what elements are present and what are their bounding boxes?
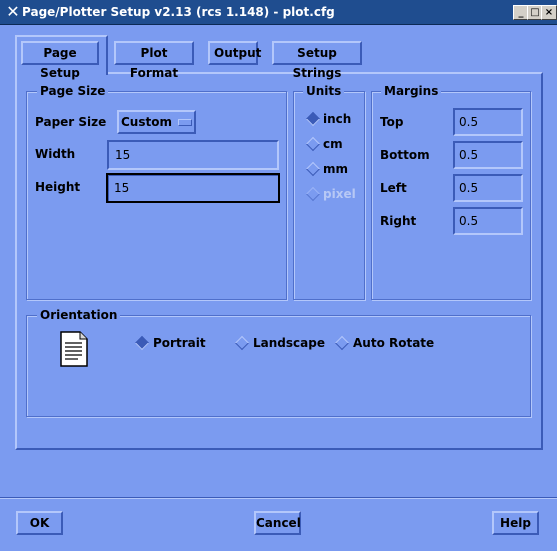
unit-cm-label[interactable]: cm — [323, 137, 343, 151]
unit-mm-label[interactable]: mm — [323, 162, 348, 176]
portrait-page-icon — [60, 331, 88, 367]
x-app-icon: ✕ — [6, 2, 20, 21]
width-field[interactable]: 15 — [107, 140, 279, 170]
orientation-title: Orientation — [37, 308, 121, 322]
orientation-group — [26, 315, 531, 417]
margin-top-field[interactable]: 0.5 — [453, 108, 523, 136]
margin-left-label: Left — [380, 181, 407, 195]
help-button[interactable]: Help — [492, 511, 539, 535]
margin-right-label: Right — [380, 214, 417, 228]
paper-size-value: Custom — [121, 115, 172, 129]
height-field[interactable]: 15 — [106, 173, 280, 203]
landscape-label[interactable]: Landscape — [253, 336, 325, 350]
tab-plot-format[interactable]: Plot Format — [114, 41, 194, 80]
margin-top-label: Top — [380, 115, 404, 129]
margin-left-field[interactable]: 0.5 — [453, 174, 523, 202]
margin-right-field[interactable]: 0.5 — [453, 207, 523, 235]
page-size-title: Page Size — [37, 84, 109, 98]
tab-page-setup[interactable]: Page Setup — [21, 41, 99, 80]
close-button[interactable]: × — [541, 5, 557, 20]
paper-size-dropdown[interactable]: Custom — [117, 110, 196, 134]
auto-rotate-label[interactable]: Auto Rotate — [353, 336, 434, 350]
units-title: Units — [303, 84, 345, 98]
portrait-label[interactable]: Portrait — [153, 336, 206, 350]
margins-title: Margins — [381, 84, 442, 98]
tab-setup-strings[interactable]: Setup Strings — [272, 41, 362, 80]
dropdown-indicator-icon — [177, 119, 192, 126]
separator — [0, 497, 557, 499]
tab-output[interactable]: Output — [208, 41, 261, 65]
margin-bottom-field[interactable]: 0.5 — [453, 141, 523, 169]
ok-button[interactable]: OK — [16, 511, 63, 535]
width-label: Width — [35, 147, 76, 161]
unit-inch-label[interactable]: inch — [323, 112, 351, 126]
cancel-button[interactable]: Cancel — [254, 511, 301, 535]
unit-pixel-label: pixel — [323, 187, 356, 201]
paper-size-label: Paper Size — [35, 115, 107, 129]
margin-bottom-label: Bottom — [380, 148, 430, 162]
height-label: Height — [35, 180, 81, 194]
window-title: Page/Plotter Setup v2.13 (rcs 1.148) - p… — [22, 5, 335, 19]
